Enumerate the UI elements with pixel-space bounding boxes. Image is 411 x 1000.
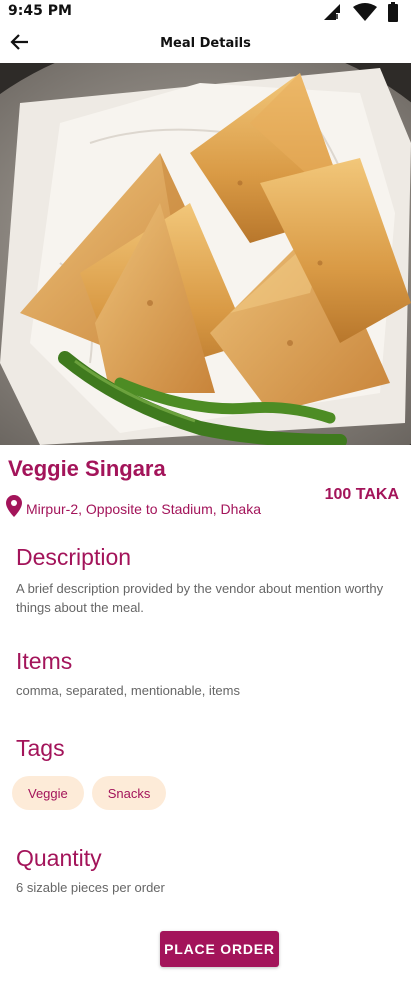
quantity-heading: Quantity <box>16 845 102 871</box>
tag-chip-snacks[interactable]: Snacks <box>91 776 167 810</box>
status-bar: 9:45 PM <box>0 0 411 24</box>
signal-icon <box>323 3 343 26</box>
tags-heading: Tags <box>16 735 65 761</box>
meal-name: Veggie Singara <box>8 456 166 481</box>
status-time: 9:45 PM <box>8 3 72 19</box>
tag-chip-veggie[interactable]: Veggie <box>12 776 84 810</box>
wifi-icon <box>353 3 377 26</box>
description-text: A brief description provided by the vend… <box>16 581 384 615</box>
place-order-button[interactable]: PLACE ORDER <box>160 931 279 967</box>
quantity-text: 6 sizable pieces per order <box>16 880 165 895</box>
description-heading: Description <box>16 544 132 570</box>
tag-list: Veggie Snacks <box>12 776 167 810</box>
map-pin-icon <box>6 495 22 522</box>
items-heading: Items <box>16 648 73 674</box>
app-bar: Meal Details <box>0 24 411 64</box>
meal-price: 100 TAKA <box>324 486 399 503</box>
meal-image <box>0 63 411 445</box>
items-text: comma, separated, mentionable, items <box>16 683 240 698</box>
page-title: Meal Details <box>160 36 251 51</box>
meal-location[interactable]: Mirpur-2, Opposite to Stadium, Dhaka <box>6 495 261 522</box>
location-text: Mirpur-2, Opposite to Stadium, Dhaka <box>26 500 261 517</box>
